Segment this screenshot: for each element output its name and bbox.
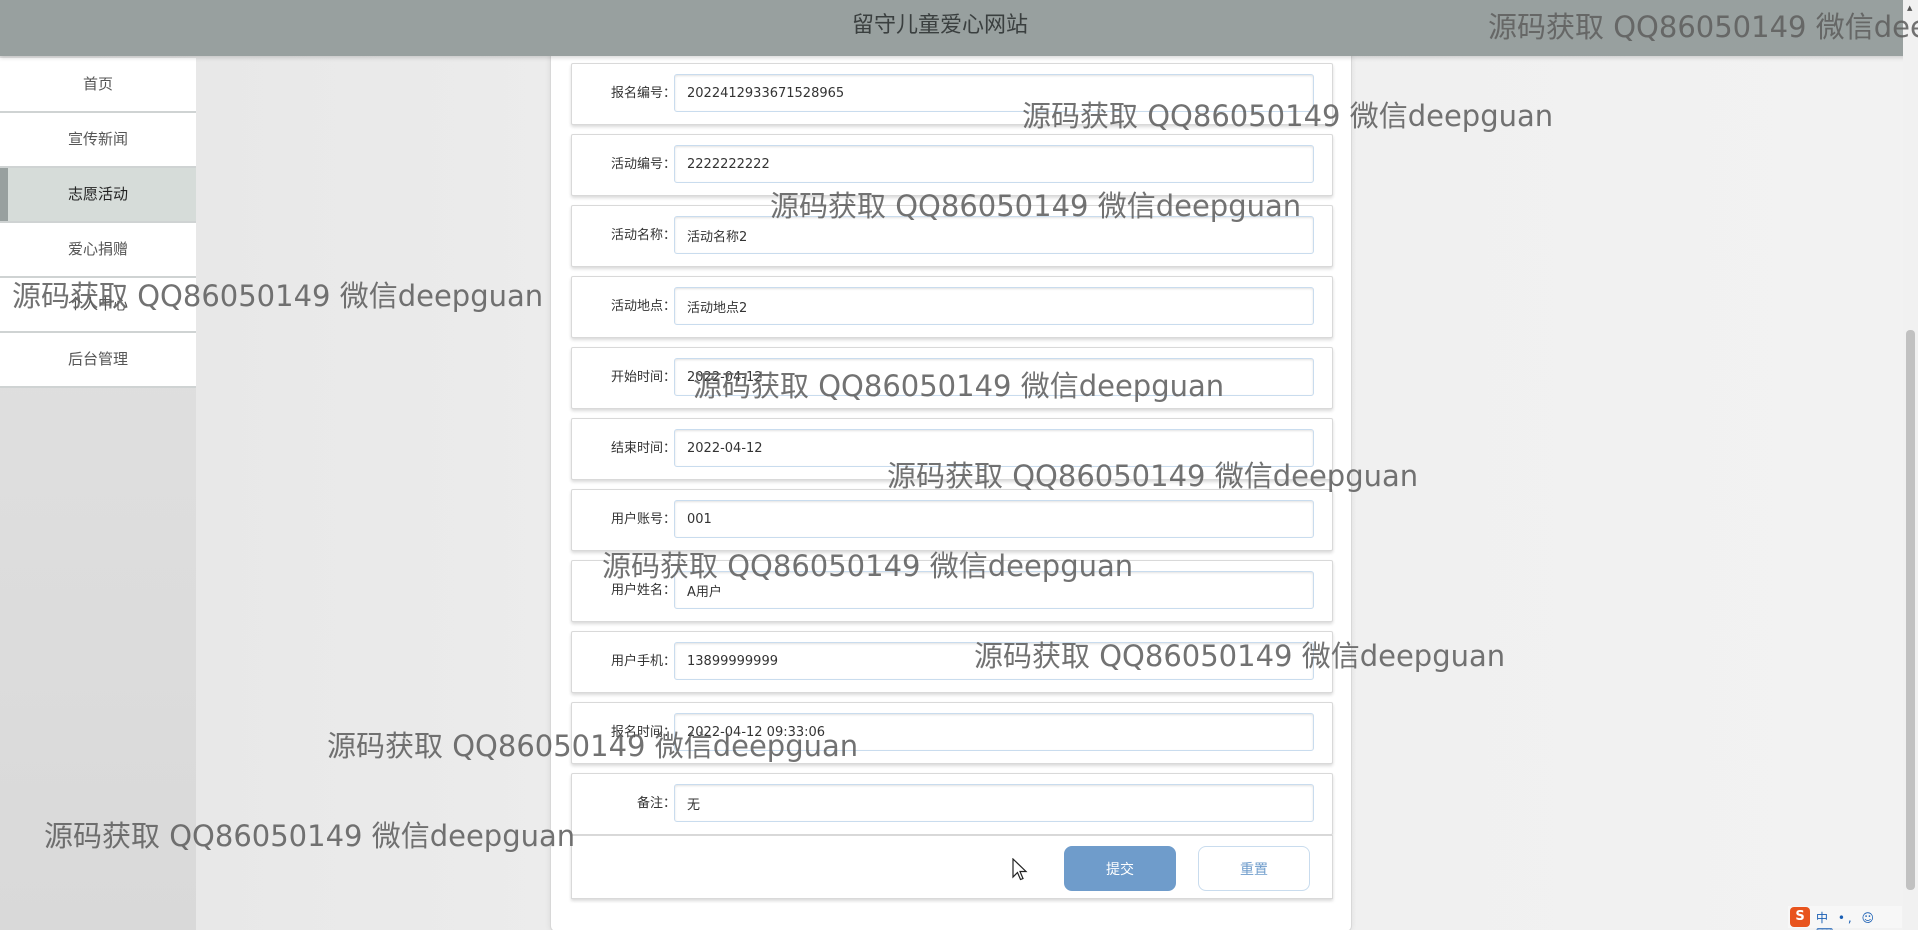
signup-time-field[interactable] <box>674 713 1314 751</box>
site-title: 留守儿童爱心网站 <box>851 13 1028 38</box>
reset-button[interactable]: 重置 <box>1198 846 1310 891</box>
start-time-label: 开始时间： <box>610 370 676 385</box>
ime-logo-icon: S <box>1790 907 1810 927</box>
form-row-user-name: 用户姓名： <box>571 560 1333 622</box>
form-row-user-account: 用户账号： <box>571 489 1333 551</box>
activity-id-field[interactable] <box>674 145 1314 183</box>
start-time-field[interactable] <box>674 358 1314 396</box>
end-time-label: 结束时间： <box>610 441 676 456</box>
form-row-user-phone: 用户手机： <box>571 631 1333 693</box>
form-row-signup-id: 报名编号： <box>571 63 1333 125</box>
remark-label: 备注： <box>636 796 676 811</box>
form-row-signup-time: 报名时间： <box>571 702 1333 764</box>
user-account-field[interactable] <box>674 500 1314 538</box>
scroll-up-arrow-icon[interactable]: ▲ <box>1907 4 1912 12</box>
submit-button[interactable]: 提交 <box>1064 846 1176 891</box>
activity-location-label: 活动地点： <box>610 299 676 314</box>
sidebar-item-donation[interactable]: 爱心捐赠 <box>0 223 196 278</box>
user-phone-field[interactable] <box>674 642 1314 680</box>
page-scrollbar[interactable]: ▲ <box>1903 0 1918 930</box>
form-actions: 提交 重置 <box>571 835 1333 899</box>
activity-location-field[interactable] <box>674 287 1314 325</box>
user-name-field[interactable] <box>674 571 1314 609</box>
form-row-activity-name: 活动名称： <box>571 205 1333 267</box>
signup-time-label: 报名时间： <box>610 725 676 740</box>
signup-id-field[interactable] <box>674 74 1314 112</box>
sidebar-item-home[interactable]: 首页 <box>0 58 196 113</box>
form-row-start-time: 开始时间： <box>571 347 1333 409</box>
ime-status-text: 中 •, ☺ ⌨ <box>1816 911 1878 930</box>
remark-field[interactable] <box>674 784 1314 822</box>
sidebar-item-profile[interactable]: 个人中心 <box>0 278 196 333</box>
top-header: 留守儿童爱心网站 <box>0 0 1918 56</box>
ime-toolbar[interactable]: S 中 •, ☺ ⌨ <box>1788 906 1902 930</box>
form-row-activity-location: 活动地点： <box>571 276 1333 338</box>
activity-name-field[interactable] <box>674 216 1314 254</box>
user-name-label: 用户姓名： <box>610 583 676 598</box>
signup-id-label: 报名编号： <box>610 86 676 101</box>
sidebar-item-admin[interactable]: 后台管理 <box>0 333 196 388</box>
signup-detail-form: 报名编号： 活动编号： 活动名称： 活动地点： 开始时间： 结束时间： 用户账号… <box>550 40 1352 930</box>
sidebar-nav: 首页 宣传新闻 志愿活动 爱心捐赠 个人中心 后台管理 <box>0 58 196 930</box>
scroll-thumb[interactable] <box>1906 330 1915 890</box>
activity-name-label: 活动名称： <box>610 228 676 243</box>
end-time-field[interactable] <box>674 429 1314 467</box>
form-row-activity-id: 活动编号： <box>571 134 1333 196</box>
activity-id-label: 活动编号： <box>610 157 676 172</box>
sidebar-item-news[interactable]: 宣传新闻 <box>0 113 196 168</box>
form-row-remark: 备注： <box>571 773 1333 835</box>
form-row-end-time: 结束时间： <box>571 418 1333 480</box>
mouse-cursor-icon <box>1012 858 1028 881</box>
sidebar-item-volunteer[interactable]: 志愿活动 <box>0 168 196 223</box>
user-account-label: 用户账号： <box>610 512 676 527</box>
user-phone-label: 用户手机： <box>610 654 676 669</box>
